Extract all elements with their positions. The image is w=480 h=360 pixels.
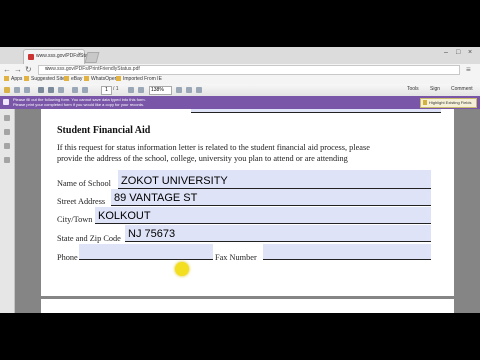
page-thumbnails-icon[interactable] bbox=[4, 115, 10, 121]
read-mode-icon[interactable] bbox=[196, 87, 202, 93]
browser-window: www.sss.gov/PDFs/Status... × – □ × ← → ↻… bbox=[0, 47, 480, 313]
bookmark-suggested-sites[interactable]: Suggested Sites bbox=[24, 76, 67, 82]
fax-number-label: Fax Number bbox=[215, 253, 257, 262]
bookmark-imported-from-ie[interactable]: Imported From IE bbox=[116, 76, 162, 82]
menu-icon[interactable]: ≡ bbox=[466, 65, 471, 74]
previous-page-icon[interactable] bbox=[72, 87, 78, 93]
previous-form-field[interactable] bbox=[191, 109, 441, 113]
street-address-value: 89 VANTAGE ST bbox=[114, 192, 198, 204]
attachments-icon[interactable] bbox=[4, 129, 10, 135]
layers-icon[interactable] bbox=[4, 143, 10, 149]
apps-icon bbox=[4, 76, 9, 81]
browser-tab[interactable]: www.sss.gov/PDFs/Status... × bbox=[23, 49, 99, 65]
folder-icon bbox=[24, 76, 29, 81]
maximize-icon[interactable]: □ bbox=[456, 49, 460, 56]
tools-link[interactable]: Tools bbox=[407, 86, 419, 92]
navigation-pane bbox=[0, 109, 15, 313]
mouse-cursor-highlight bbox=[175, 262, 189, 276]
zoom-in-icon[interactable] bbox=[138, 87, 144, 93]
minimize-icon[interactable]: – bbox=[444, 49, 448, 56]
bookmark-whatsopen[interactable]: WhatsOpen bbox=[84, 76, 117, 82]
create-pdf-icon[interactable] bbox=[14, 87, 20, 93]
sign-link[interactable]: Sign bbox=[430, 86, 440, 92]
back-icon[interactable]: ← bbox=[3, 65, 11, 74]
zoom-out-icon[interactable] bbox=[128, 87, 134, 93]
school-name-field[interactable]: ZOKOT UNIVERSITY bbox=[118, 170, 431, 189]
page-number-input[interactable]: 1 bbox=[101, 86, 112, 95]
form-info-icon bbox=[3, 99, 9, 105]
street-address-field[interactable]: 89 VANTAGE ST bbox=[111, 189, 431, 206]
tab-strip: www.sss.gov/PDFs/Status... × – □ × bbox=[0, 47, 480, 65]
highlight-fields-label: Highlight Existing Fields bbox=[429, 100, 472, 105]
bookmark-star-icon[interactable]: ☆ bbox=[45, 66, 455, 72]
address-row: ← → ↻ www.sss.gov/PDFs/PrintFriendlyStat… bbox=[0, 64, 480, 75]
notification-line-2: Please print your completed form if you … bbox=[13, 102, 145, 107]
highlight-icon bbox=[423, 100, 427, 105]
state-zip-value: NJ 75673 bbox=[128, 228, 176, 240]
city-town-label: City/Town bbox=[57, 215, 93, 224]
fax-number-field[interactable] bbox=[263, 244, 431, 260]
next-page-icon[interactable] bbox=[82, 87, 88, 93]
page-total: / 1 bbox=[113, 86, 119, 92]
fit-page-icon[interactable] bbox=[176, 87, 182, 93]
form-notification-bar: Please fill out the following form. You … bbox=[0, 96, 480, 109]
folder-icon bbox=[116, 76, 121, 81]
highlight-fields-button[interactable]: Highlight Existing Fields bbox=[420, 98, 477, 108]
intro-text-line-1: If this request for status information l… bbox=[57, 143, 370, 152]
school-name-value: ZOKOT UNIVERSITY bbox=[121, 175, 228, 187]
edit-icon[interactable] bbox=[24, 87, 30, 93]
reload-icon[interactable]: ↻ bbox=[25, 65, 32, 74]
email-icon[interactable] bbox=[58, 87, 64, 93]
forward-icon[interactable]: → bbox=[14, 65, 22, 74]
pdf-page: Student Financial Aid If this request fo… bbox=[41, 109, 454, 296]
document-viewport[interactable]: Student Financial Aid If this request fo… bbox=[15, 109, 480, 313]
street-address-label: Street Address bbox=[57, 197, 106, 206]
zoom-level-select[interactable]: 138% bbox=[149, 86, 172, 95]
comment-link[interactable]: Comment bbox=[451, 86, 473, 92]
folder-icon bbox=[64, 76, 69, 81]
close-window-icon[interactable]: × bbox=[468, 49, 472, 56]
state-zip-label: State and Zip Code bbox=[57, 234, 121, 243]
folder-icon bbox=[84, 76, 89, 81]
school-name-label: Name of School bbox=[57, 179, 111, 188]
close-tab-icon[interactable]: × bbox=[77, 52, 81, 58]
bookmark-apps[interactable]: Apps bbox=[4, 76, 22, 82]
signatures-icon[interactable] bbox=[4, 157, 10, 163]
intro-text-line-2: provide the address of the school, colle… bbox=[57, 154, 348, 163]
bookmark-ebay[interactable]: eBay bbox=[64, 76, 82, 82]
address-bar[interactable]: www.sss.gov/PDFs/PrintFriendlyStatus.pdf… bbox=[38, 65, 460, 75]
full-screen-icon[interactable] bbox=[186, 87, 192, 93]
open-file-icon[interactable] bbox=[4, 87, 10, 93]
state-zip-field[interactable]: NJ 75673 bbox=[125, 225, 431, 242]
city-town-value: KOLKOUT bbox=[98, 210, 151, 222]
phone-field[interactable] bbox=[79, 244, 213, 260]
new-tab-button[interactable] bbox=[84, 52, 100, 63]
next-page-top bbox=[41, 299, 454, 313]
save-icon[interactable] bbox=[38, 87, 44, 93]
section-heading: Student Financial Aid bbox=[57, 125, 151, 136]
pdf-favicon-icon bbox=[28, 54, 34, 60]
print-icon[interactable] bbox=[48, 87, 54, 93]
city-town-field[interactable]: KOLKOUT bbox=[95, 207, 431, 224]
phone-label: Phone bbox=[57, 253, 78, 262]
